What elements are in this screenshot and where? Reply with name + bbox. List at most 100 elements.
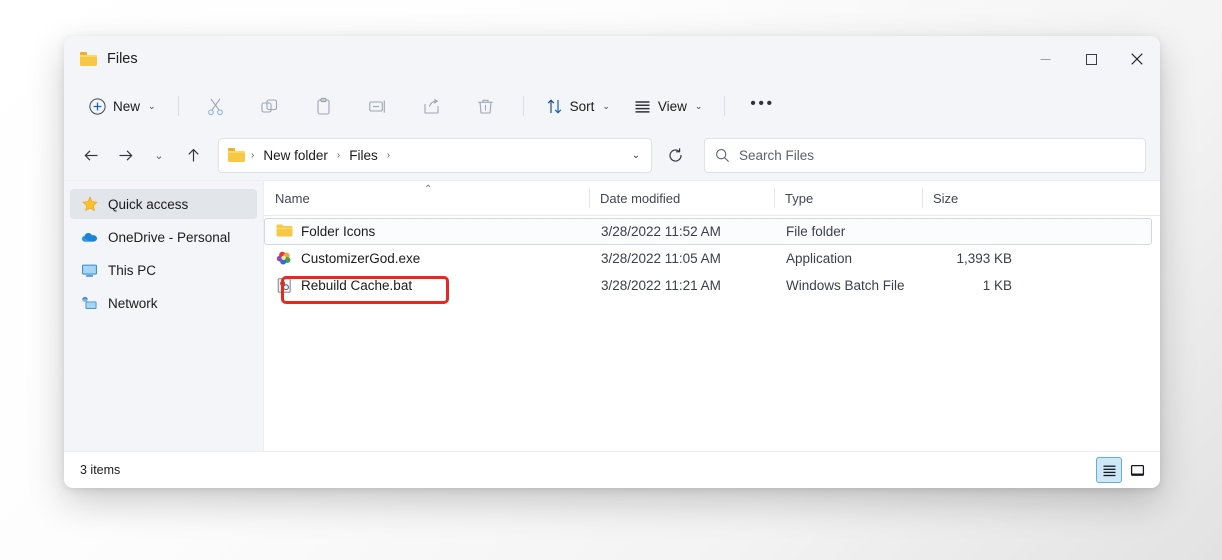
- recent-locations-button[interactable]: ⌄: [142, 139, 176, 171]
- column-headers: Name ⌃ Date modified Type Size: [264, 181, 1160, 216]
- explorer-body: Quick access OneDrive - Personal: [64, 180, 1160, 451]
- view-toggle-group: [1096, 457, 1150, 483]
- up-arrow-icon: [185, 147, 202, 164]
- column-header-name[interactable]: Name ⌃: [264, 181, 589, 215]
- view-button[interactable]: View ⌄: [623, 90, 714, 122]
- window-title-group: Files: [64, 51, 138, 67]
- close-icon: [1131, 53, 1143, 65]
- customizergod-icon: [276, 250, 293, 267]
- breadcrumb-item-files[interactable]: Files: [343, 145, 384, 166]
- star-icon: [81, 196, 98, 213]
- status-bar: 3 items: [64, 451, 1160, 488]
- file-size-cell: 1,393 KB: [923, 251, 1023, 266]
- sidebar-item-onedrive-personal[interactable]: OneDrive - Personal: [70, 222, 257, 252]
- file-name-label: Folder Icons: [301, 224, 375, 239]
- column-header-date-modified[interactable]: Date modified: [589, 181, 774, 215]
- rename-icon: [368, 97, 387, 116]
- navigation-sidebar: Quick access OneDrive - Personal: [64, 181, 264, 451]
- details-view-icon: [1102, 463, 1117, 478]
- address-bar[interactable]: › New folder › Files › ⌄: [218, 138, 652, 173]
- close-button[interactable]: [1114, 36, 1160, 82]
- address-row: ⌄ › New folder › Files ›: [64, 130, 1160, 180]
- chevron-down-icon: ⌄: [632, 150, 640, 161]
- file-name-cell: Rebuild Cache.bat: [265, 277, 590, 294]
- delete-button[interactable]: [460, 90, 512, 122]
- sidebar-item-quick-access[interactable]: Quick access: [70, 189, 257, 219]
- batch-file-icon: [276, 277, 293, 294]
- minimize-button[interactable]: [1022, 36, 1068, 82]
- share-icon: [422, 97, 441, 116]
- new-button-label: New: [113, 99, 140, 114]
- large-icons-view-icon: [1130, 463, 1145, 478]
- copy-button[interactable]: [244, 90, 296, 122]
- plus-circle-icon: [89, 98, 106, 115]
- up-button[interactable]: [176, 139, 210, 171]
- refresh-button[interactable]: [658, 139, 692, 171]
- lines-icon: [634, 98, 651, 115]
- file-type-cell: File folder: [775, 224, 923, 239]
- back-button[interactable]: [74, 139, 108, 171]
- search-icon: [715, 148, 730, 163]
- sidebar-item-label: This PC: [108, 263, 156, 278]
- sidebar-item-label: Quick access: [108, 197, 188, 212]
- folder-icon: [276, 223, 293, 240]
- large-icons-view-toggle[interactable]: [1124, 457, 1150, 483]
- search-placeholder: Search Files: [739, 148, 814, 163]
- toolbar-separator-3: [724, 96, 725, 116]
- breadcrumb: › New folder › Files ›: [248, 145, 623, 166]
- file-name-cell: Folder Icons: [265, 223, 590, 240]
- file-date-cell: 3/28/2022 11:05 AM: [590, 251, 775, 266]
- ellipsis-icon: •••: [750, 96, 774, 116]
- file-rows: Folder Icons 3/28/2022 11:52 AM File fol…: [264, 216, 1160, 451]
- address-dropdown-button[interactable]: ⌄: [623, 141, 649, 169]
- file-name-cell: CustomizerGod.exe: [265, 250, 590, 267]
- sort-ascending-icon: ⌃: [424, 184, 432, 195]
- details-view-toggle[interactable]: [1096, 457, 1122, 483]
- window-controls: [1022, 36, 1160, 82]
- chevron-down-icon: ⌄: [154, 149, 163, 162]
- breadcrumb-item-new-folder[interactable]: New folder: [257, 145, 334, 166]
- breadcrumb-separator: ›: [384, 150, 393, 161]
- chevron-down-icon: ⌄: [148, 101, 156, 112]
- file-list-area: Name ⌃ Date modified Type Size: [264, 181, 1160, 451]
- breadcrumb-separator: ›: [248, 150, 257, 161]
- cut-button[interactable]: [190, 90, 242, 122]
- desktop-background: Files: [0, 0, 1222, 560]
- rename-button[interactable]: [352, 90, 404, 122]
- paste-button[interactable]: [298, 90, 350, 122]
- back-arrow-icon: [83, 147, 100, 164]
- sidebar-item-network[interactable]: Network: [70, 288, 257, 318]
- new-button[interactable]: New ⌄: [78, 90, 167, 122]
- maximize-button[interactable]: [1068, 36, 1114, 82]
- file-name-label: CustomizerGod.exe: [301, 251, 420, 266]
- share-button[interactable]: [406, 90, 458, 122]
- file-type-cell: Windows Batch File: [775, 278, 923, 293]
- minimize-icon: [1040, 54, 1051, 65]
- column-header-label: Type: [785, 191, 813, 206]
- folder-icon: [80, 52, 97, 66]
- forward-button[interactable]: [108, 139, 142, 171]
- file-date-cell: 3/28/2022 11:21 AM: [590, 278, 775, 293]
- table-row[interactable]: Rebuild Cache.bat 3/28/2022 11:21 AM Win…: [264, 272, 1152, 299]
- monitor-icon: [81, 262, 98, 279]
- column-header-size[interactable]: Size: [922, 181, 1022, 215]
- chevron-down-icon: ⌄: [602, 101, 610, 112]
- table-row[interactable]: CustomizerGod.exe 3/28/2022 11:05 AM App…: [264, 245, 1152, 272]
- column-header-label: Size: [933, 191, 958, 206]
- item-count-label: 3 items: [80, 463, 120, 477]
- window-title: Files: [107, 51, 138, 67]
- clipboard-icon: [314, 97, 333, 116]
- table-row[interactable]: Folder Icons 3/28/2022 11:52 AM File fol…: [264, 218, 1152, 245]
- file-date-cell: 3/28/2022 11:52 AM: [590, 224, 775, 239]
- sidebar-item-this-pc[interactable]: This PC: [70, 255, 257, 285]
- file-type-cell: Application: [775, 251, 923, 266]
- column-header-type[interactable]: Type: [774, 181, 922, 215]
- sort-button[interactable]: Sort ⌄: [535, 90, 621, 122]
- search-input[interactable]: Search Files: [704, 138, 1146, 173]
- view-button-label: View: [658, 99, 687, 114]
- see-more-button[interactable]: •••: [736, 90, 788, 122]
- toolbar-separator-1: [178, 96, 179, 116]
- title-bar: Files: [64, 36, 1160, 82]
- network-icon: [81, 295, 98, 312]
- folder-icon: [228, 148, 245, 162]
